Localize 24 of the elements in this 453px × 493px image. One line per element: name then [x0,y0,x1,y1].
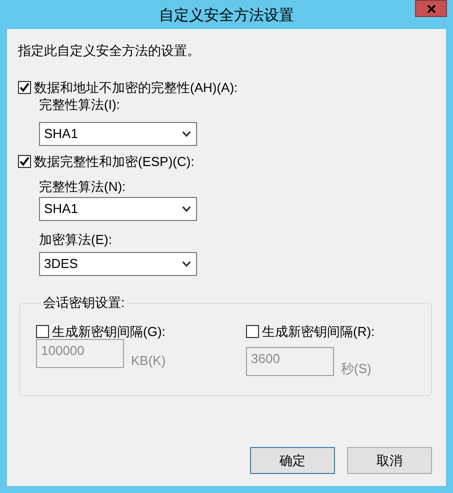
group-title: 会话密钥设置: [42,296,126,310]
dropdown[interactable]: 3DES [39,252,197,276]
checkbox-label: 数据完整性和加密(ESP)(C): [34,155,194,168]
chevron-down-icon [182,131,191,137]
field-label: 完整性算法(I): [39,97,120,113]
dialog-button[interactable]: 取消 [347,447,432,474]
description-text: 指定此自定义安全方法的设置。 [18,43,201,59]
checkbox-label: 生成新密钥间隔(G): [52,325,166,338]
checkbox-label: 生成新密钥间隔(R): [262,325,375,338]
dropdown[interactable]: SHA1 [39,122,197,146]
close-icon [426,4,436,12]
dialog-button[interactable]: 确定 [250,447,335,474]
checkbox[interactable] [18,81,31,94]
chevron-down-icon [182,206,191,212]
field-label: 完整性算法(N): [39,179,126,195]
close-button[interactable] [415,0,447,17]
unit-label: 秒(S) [341,362,372,376]
field-label: 加密算法(E): [39,232,112,248]
checkbox[interactable] [18,155,31,168]
window-title: 自定义安全方法设置 [159,8,294,23]
chevron-down-icon [182,261,191,267]
checkbox-label: 数据和地址不加密的完整性(AH)(A): [34,81,238,94]
dropdown[interactable]: SHA1 [39,197,197,221]
unit-label: KB(K) [131,354,166,368]
